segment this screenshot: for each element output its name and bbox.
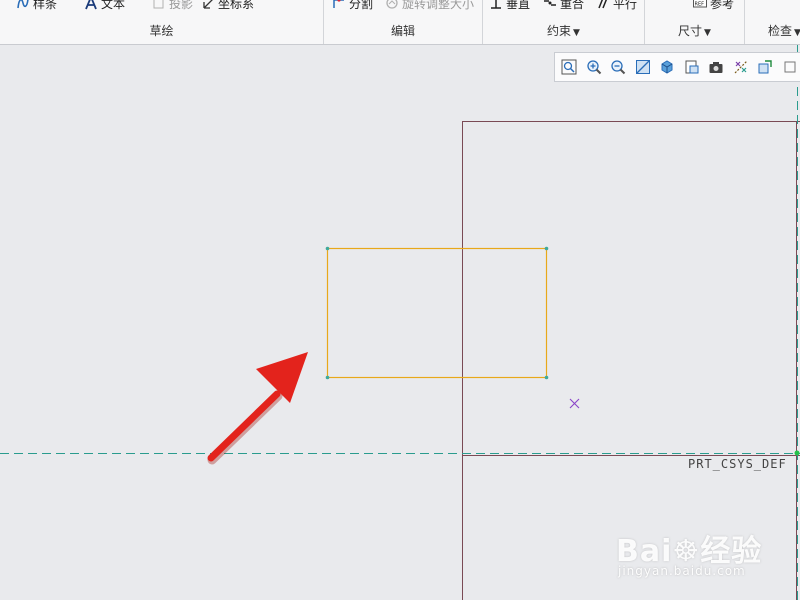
chevron-down-icon: ▼ [704,28,711,38]
reference-label: 参考 [710,0,735,11]
zoom-out-button[interactable] [608,56,629,78]
group-divider [482,0,483,44]
group-divider [744,0,745,44]
sketch-rectangle[interactable] [326,247,548,379]
datum-display-icon [734,60,748,74]
divide-tool[interactable]: 分割 [332,0,373,12]
datum-display-button[interactable] [731,56,752,78]
rotate-resize-label: 旋转调整大小 [402,0,475,11]
rectangle-vertex[interactable] [325,246,330,251]
group-label-sketch: 草绘 [149,24,174,38]
sketch-canvas[interactable]: PRT_CSYS_DEF [0,45,800,600]
csys-label: PRT_CSYS_DEF [688,457,787,471]
spline-tool[interactable]: 样条 [16,0,57,12]
center-marker-icon [569,398,580,409]
coordinate-system-tool[interactable]: 坐标系 [201,0,254,12]
project-icon [153,0,164,9]
constrain-label: 约束 [547,24,572,38]
rectangle-vertex[interactable] [544,375,549,380]
reference-tool[interactable]: REF 参考 [693,0,734,12]
text-icon [85,0,97,10]
project-label: 投影 [169,0,194,11]
more-view-button[interactable] [780,56,800,78]
rectangle-vertex[interactable] [325,375,330,380]
chevron-down-icon: ▼ [794,28,800,38]
group-label-inspect[interactable]: 检查 ▼ [768,20,800,42]
spline-label: 样条 [33,0,58,11]
vertical-icon [491,0,501,9]
parallel-icon [598,0,608,9]
group-divider [323,0,324,44]
cube-shaded-icon [661,60,673,74]
reference-icon: REF [693,0,707,8]
display-style-button[interactable] [657,56,678,78]
group-label-edit: 编辑 [390,24,415,38]
sketch-view-button[interactable] [755,56,776,78]
coincident-icon [544,0,556,6]
repaint-button[interactable] [633,56,654,78]
rectangle-vertex[interactable] [544,246,549,251]
coordinate-system-label: 坐标系 [218,0,255,11]
dimension-label: 尺寸 [678,24,703,38]
view-manager-button[interactable] [706,56,727,78]
parallel-tool[interactable]: 平行 [596,0,637,12]
coincident-tool[interactable]: 重合 [543,0,584,12]
repaint-icon [635,60,650,74]
sketch-view-icon [758,60,772,74]
refit-button[interactable] [559,56,580,78]
text-label: 文本 [101,0,126,11]
refit-icon [561,59,577,75]
annotation-arrow-icon [207,352,308,465]
rotate-icon [386,0,398,9]
coordinate-system-icon [203,0,213,9]
divide-label: 分割 [349,0,374,11]
saved-orientations-button[interactable] [682,56,703,78]
spline-icon [17,0,29,9]
coincident-label: 重合 [560,0,585,11]
rotate-resize-tool[interactable]: 旋转调整大小 [385,0,474,12]
vertical-tool[interactable]: 垂直 [489,0,530,12]
project-tool[interactable]: 投影 [152,0,193,12]
inspect-label: 检查 [768,24,793,38]
chevron-down-icon: ▼ [573,28,580,38]
zoom-in-icon [587,60,601,75]
group-label-dimension[interactable]: 尺寸 ▼ [645,20,744,42]
group-label-constrain[interactable]: 约束 ▼ [483,20,644,42]
zoom-in-button[interactable] [584,56,605,78]
text-tool[interactable]: 文本 [84,0,125,12]
camera-icon [709,62,723,73]
svg-text:REF: REF [695,2,705,8]
group-divider [644,0,645,44]
saved-views-icon [685,60,699,74]
vertical-label: 垂直 [506,0,531,11]
sketch-graphics: PRT_CSYS_DEF [0,45,800,600]
graphics-toolbar [554,52,800,82]
parallel-label: 平行 [613,0,638,11]
csys-origin-point[interactable] [794,450,800,456]
more-icon [784,61,796,73]
divide-icon [333,0,344,8]
zoom-out-icon [611,60,626,75]
ribbon: 样条 文本 投影 坐标系 分割 旋转调整大小 垂直 重合 平行 REF 参考 草… [0,0,800,45]
